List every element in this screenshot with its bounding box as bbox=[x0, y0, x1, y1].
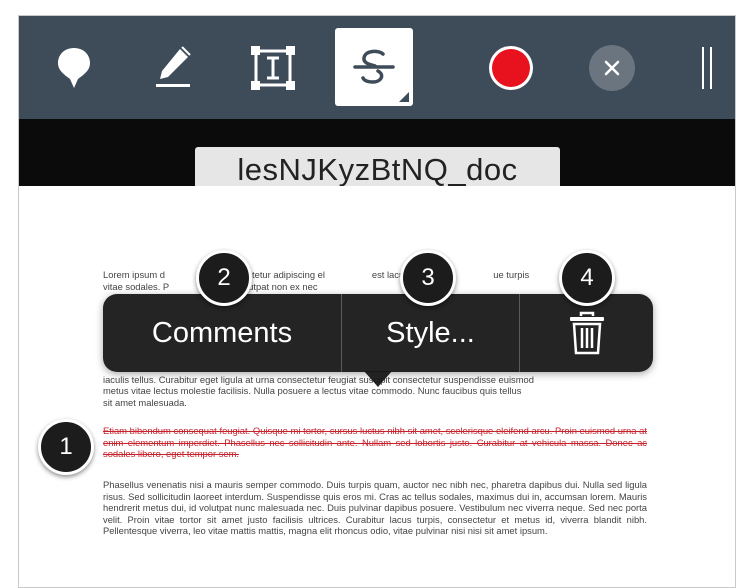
app-window: lesNJKyzBtNQ_doc Lorem ipsum d t, consec… bbox=[18, 15, 736, 588]
strikethrough-tool-button[interactable] bbox=[335, 28, 413, 106]
callout-badge-4: 4 bbox=[559, 250, 615, 306]
strikethrough-icon bbox=[353, 49, 395, 84]
record-color-button[interactable] bbox=[485, 16, 537, 119]
callout-badge-2: 2 bbox=[196, 250, 252, 306]
document-page[interactable]: Lorem ipsum d t, consectetur adipiscing … bbox=[19, 186, 735, 587]
pin-icon bbox=[58, 47, 90, 88]
close-icon bbox=[589, 44, 635, 91]
callout-badge-3: 3 bbox=[400, 250, 456, 306]
pin-tool-button[interactable] bbox=[49, 16, 99, 119]
sidebar-toggle-icon bbox=[702, 46, 712, 89]
sidebar-toggle-button[interactable] bbox=[693, 16, 723, 119]
record-icon bbox=[489, 45, 533, 90]
text-box-tool-button[interactable] bbox=[245, 16, 301, 119]
paragraph-1-line-4: sit amet malesuada. bbox=[103, 396, 187, 408]
text-box-icon bbox=[251, 45, 295, 90]
trash-icon bbox=[569, 311, 604, 355]
strikethrough-paragraph[interactable]: Etiam bibendum consequat feugiat. Quisqu… bbox=[103, 425, 647, 460]
annotation-context-menu: Comments Style... bbox=[103, 294, 653, 372]
callout-badge-1: 1 bbox=[38, 419, 94, 475]
annotation-toolbar bbox=[19, 16, 735, 119]
submenu-corner-icon bbox=[399, 92, 409, 102]
paragraph-3[interactable]: Phasellus venenatis nisi a mauris semper… bbox=[103, 479, 647, 537]
pen-icon bbox=[156, 45, 191, 87]
pen-tool-button[interactable] bbox=[145, 16, 201, 119]
close-button[interactable] bbox=[586, 16, 638, 119]
menu-pointer-arrow bbox=[364, 371, 392, 387]
